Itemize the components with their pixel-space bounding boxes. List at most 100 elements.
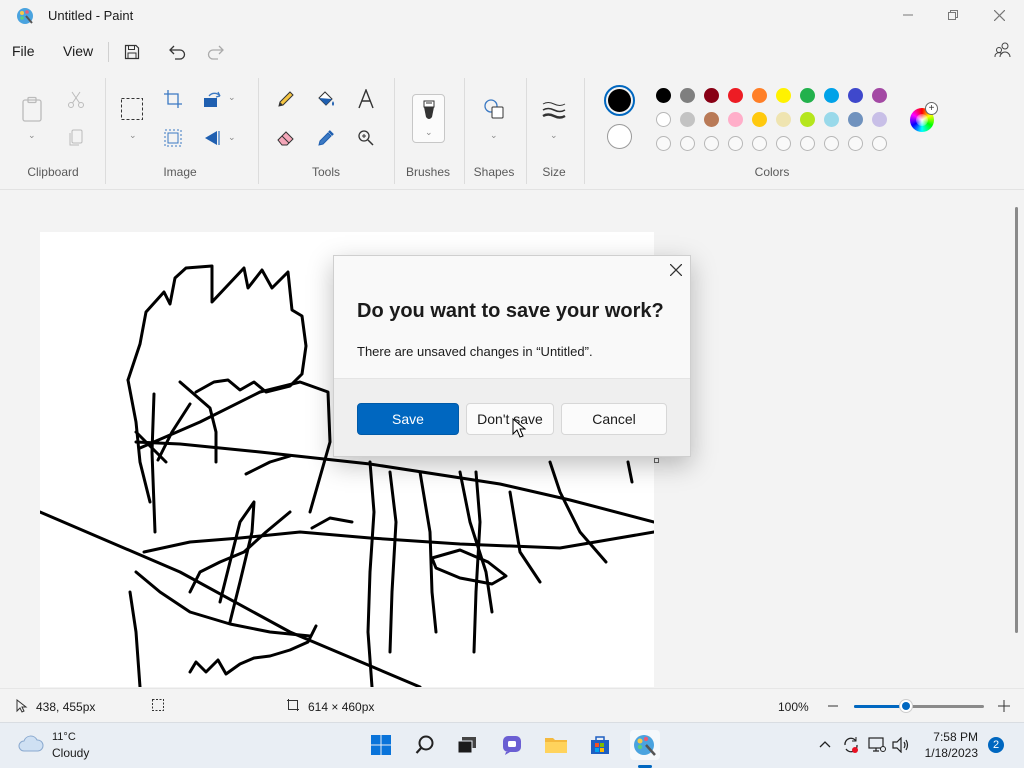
color-swatch[interactable]	[776, 112, 791, 127]
primary-color-fill	[608, 89, 631, 112]
color-picker-button[interactable]	[314, 126, 338, 150]
search-button[interactable]	[410, 730, 440, 760]
cancel-button[interactable]: Cancel	[561, 403, 667, 435]
custom-color-slot[interactable]	[776, 136, 791, 151]
vertical-scrollbar[interactable]	[1015, 207, 1018, 633]
copy-button[interactable]	[64, 126, 88, 150]
color-swatch[interactable]	[728, 88, 743, 103]
clock-time[interactable]: 7:58 PM	[928, 730, 978, 744]
color-swatch[interactable]	[752, 88, 767, 103]
custom-color-slot[interactable]	[704, 136, 719, 151]
store-icon	[591, 736, 609, 754]
magnifier-button[interactable]	[354, 126, 378, 150]
ribbon-separator	[584, 78, 585, 184]
maximize-button[interactable]	[930, 0, 976, 30]
menu-view[interactable]: View	[63, 43, 93, 59]
zoom-slider[interactable]	[854, 699, 984, 713]
custom-color-slot[interactable]	[680, 136, 695, 151]
sync-icon[interactable]	[842, 736, 860, 754]
clock-date[interactable]: 1/18/2023	[920, 746, 978, 760]
chevron-down-icon[interactable]: ⌄	[28, 130, 36, 141]
custom-color-slot[interactable]	[800, 136, 815, 151]
save-button[interactable]	[121, 41, 143, 63]
color-swatch[interactable]	[728, 112, 743, 127]
color-swatch[interactable]	[776, 88, 791, 103]
color-swatch[interactable]	[800, 112, 815, 127]
custom-color-slot[interactable]	[752, 136, 767, 151]
secondary-color-swatch[interactable]	[607, 124, 632, 149]
search-icon	[415, 735, 434, 754]
minimize-button[interactable]	[885, 0, 931, 30]
account-button[interactable]	[994, 41, 1014, 61]
store-button[interactable]	[585, 730, 615, 760]
resize-button[interactable]	[161, 126, 185, 150]
color-swatch[interactable]	[656, 88, 671, 103]
undo-button[interactable]	[166, 41, 188, 63]
size-button[interactable]	[542, 98, 566, 122]
color-swatch[interactable]	[680, 88, 695, 103]
close-button[interactable]	[976, 0, 1022, 30]
zoom-slider-thumb[interactable]	[899, 699, 913, 713]
custom-color-slot[interactable]	[824, 136, 839, 151]
zoom-level[interactable]: 100%	[778, 700, 809, 714]
color-swatch[interactable]	[824, 88, 839, 103]
color-swatch[interactable]	[824, 112, 839, 127]
pencil-icon	[278, 91, 294, 107]
cloud-icon[interactable]	[18, 735, 44, 753]
canvas-resize-handle[interactable]	[654, 458, 659, 463]
color-swatch[interactable]	[848, 112, 863, 127]
volume-icon[interactable]	[892, 737, 910, 753]
brushes-button[interactable]: ⌄	[412, 94, 445, 143]
zoom-out-icon[interactable]	[828, 705, 838, 707]
custom-color-slot[interactable]	[728, 136, 743, 151]
color-swatch[interactable]	[680, 112, 695, 127]
start-button[interactable]	[366, 730, 396, 760]
color-swatch[interactable]	[704, 88, 719, 103]
eraser-button[interactable]	[274, 126, 298, 150]
file-explorer-button[interactable]	[541, 730, 571, 760]
dont-save-button[interactable]: Don't save	[466, 403, 554, 435]
chevron-down-icon[interactable]: ⌄	[490, 130, 498, 141]
menu-file[interactable]: File	[12, 43, 35, 59]
custom-color-slot[interactable]	[848, 136, 863, 151]
chevron-down-icon[interactable]: ⌄	[550, 130, 558, 141]
color-swatch[interactable]	[872, 112, 887, 127]
color-swatch[interactable]	[800, 88, 815, 103]
status-bar: 438, 455px 614 × 460px 100%	[0, 688, 1024, 722]
chevron-down-icon[interactable]: ⌄	[129, 130, 137, 141]
color-swatch[interactable]	[872, 88, 887, 103]
chevron-down-icon[interactable]: ⌄	[228, 92, 236, 103]
color-swatch[interactable]	[704, 112, 719, 127]
dialog-close-button[interactable]	[668, 262, 684, 278]
task-view-button[interactable]	[452, 730, 482, 760]
chevron-up-icon[interactable]	[819, 740, 831, 748]
chat-button[interactable]	[497, 730, 527, 760]
custom-color-slot[interactable]	[656, 136, 671, 151]
crop-button[interactable]	[161, 87, 185, 111]
rotate-button[interactable]	[201, 87, 225, 111]
select-button[interactable]	[120, 97, 144, 121]
primary-color-swatch[interactable]	[604, 85, 635, 116]
paste-button[interactable]	[20, 96, 44, 122]
task-view-icon	[457, 737, 476, 754]
color-swatch[interactable]	[752, 112, 767, 127]
text-button[interactable]	[354, 87, 378, 111]
shapes-button[interactable]	[482, 97, 506, 121]
notification-badge[interactable]: 2	[988, 737, 1004, 753]
color-swatch[interactable]	[656, 112, 671, 127]
flip-button[interactable]	[201, 126, 225, 150]
color-swatch[interactable]	[848, 88, 863, 103]
save-button[interactable]: Save	[357, 403, 459, 435]
cut-button[interactable]	[64, 88, 88, 112]
zoom-in-icon[interactable]	[998, 700, 1010, 712]
custom-color-slot[interactable]	[872, 136, 887, 151]
paint-taskbar-button[interactable]	[630, 730, 660, 760]
dialog-footer: Save Don't save Cancel	[334, 378, 690, 456]
fill-button[interactable]	[314, 87, 338, 111]
network-icon[interactable]	[868, 737, 886, 753]
chevron-down-icon[interactable]: ⌄	[228, 132, 236, 143]
redo-button[interactable]	[205, 41, 227, 63]
pencil-button[interactable]	[274, 87, 298, 111]
plus-icon: +	[925, 102, 938, 115]
close-icon	[993, 9, 1005, 21]
